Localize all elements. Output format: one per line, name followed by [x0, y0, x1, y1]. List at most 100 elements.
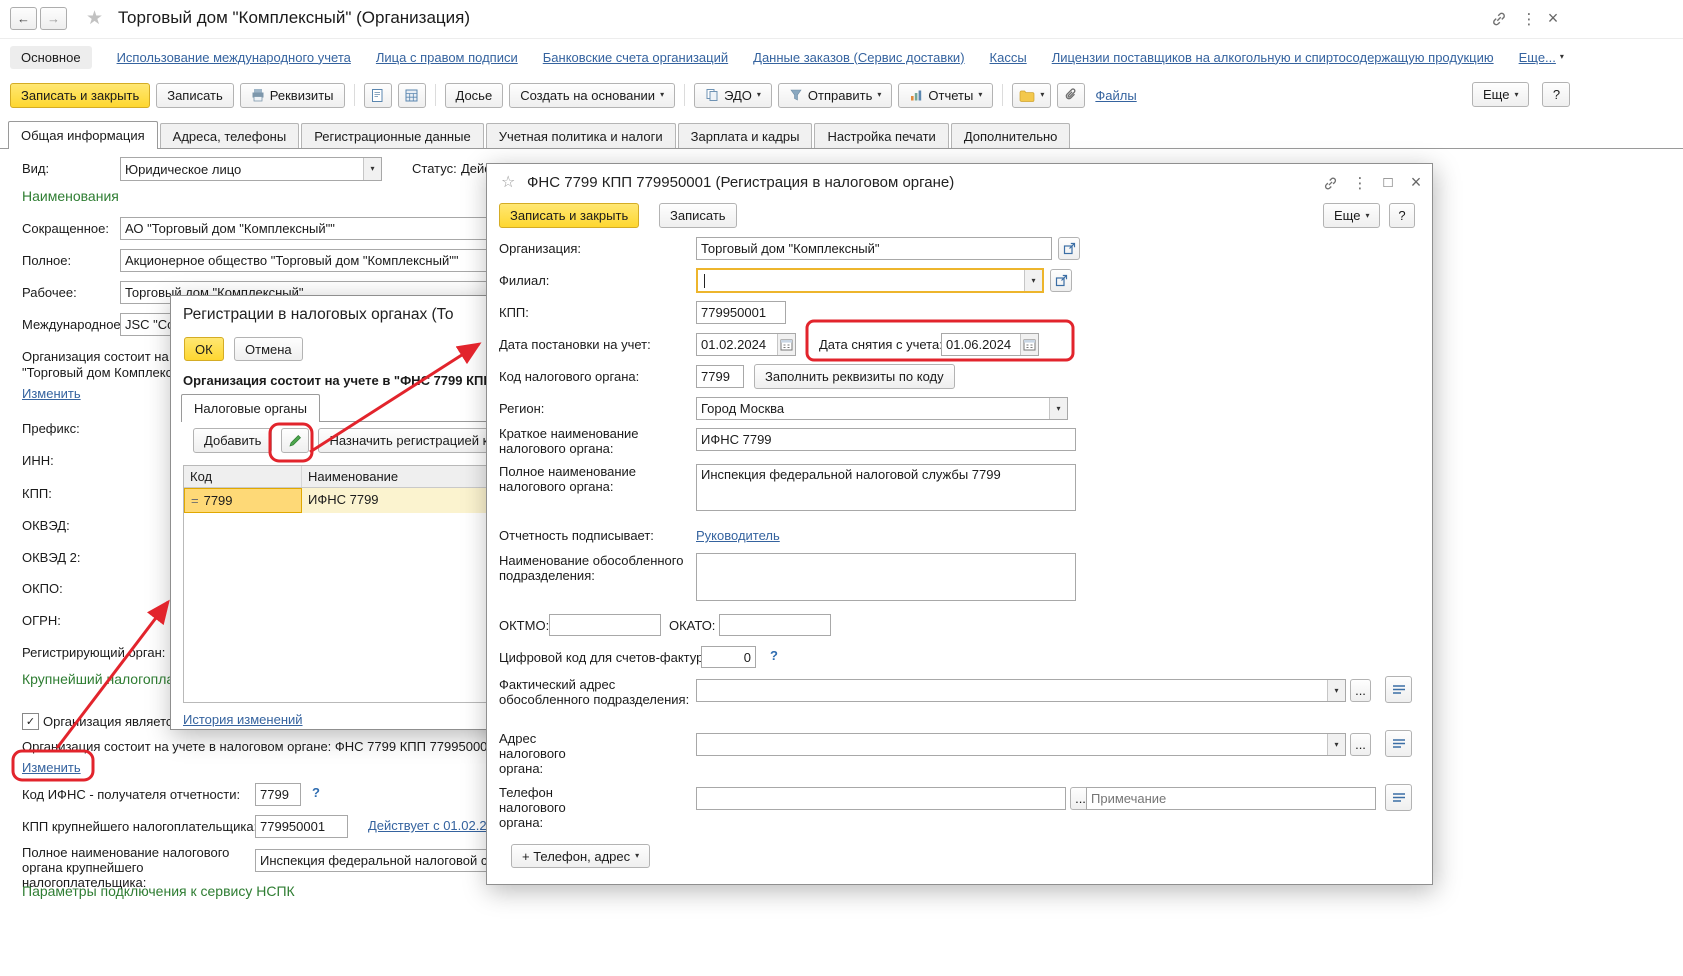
branch-input[interactable]: [698, 270, 1024, 291]
nav-link-alcohol-licenses[interactable]: Лицензии поставщиков на алкогольную и сп…: [1052, 50, 1494, 65]
requisites-button[interactable]: Реквизиты: [239, 82, 345, 108]
add-phone-address-button[interactable]: + Телефон, адрес ▾: [511, 844, 651, 868]
ok-button[interactable]: ОК: [184, 337, 224, 361]
tax-address-select[interactable]: ▾: [696, 733, 1346, 756]
maximize-icon[interactable]: □: [1377, 172, 1399, 192]
edo-button[interactable]: ЭДО ▾: [694, 82, 772, 108]
nav-link-bank-accounts[interactable]: Банковские счета организаций: [543, 50, 728, 65]
tab-registration-data[interactable]: Регистрационные данные: [301, 123, 484, 148]
more-button[interactable]: Еще ▾: [1323, 203, 1381, 228]
actual-address-ellipsis-button[interactable]: ...: [1350, 679, 1371, 702]
calendar-icon[interactable]: [777, 334, 795, 355]
open-branch-button[interactable]: [1050, 269, 1072, 292]
tax-address-note-button[interactable]: [1385, 730, 1412, 757]
region-input[interactable]: [697, 398, 1049, 419]
oktmo-field[interactable]: [549, 614, 661, 636]
ifns-help-icon[interactable]: ?: [312, 785, 320, 800]
actual-address-select[interactable]: ▾: [696, 679, 1346, 702]
attach-button[interactable]: [1057, 82, 1086, 108]
code-cell[interactable]: = 7799: [184, 488, 302, 513]
nav-item-main[interactable]: Основное: [10, 45, 92, 69]
chevron-down-icon[interactable]: ▾: [363, 158, 381, 180]
close-icon[interactable]: ×: [1405, 172, 1427, 192]
save-button[interactable]: Записать: [156, 82, 234, 108]
tab-payroll[interactable]: Зарплата и кадры: [677, 123, 813, 148]
tax-address-input[interactable]: [697, 734, 1327, 755]
short-name-field[interactable]: [120, 217, 488, 240]
send-button[interactable]: Отправить ▾: [777, 82, 893, 108]
column-code[interactable]: Код: [184, 466, 302, 487]
phone-note-button[interactable]: [1385, 784, 1412, 811]
help-button[interactable]: ?: [1389, 203, 1415, 228]
chevron-down-icon[interactable]: ▾: [1049, 398, 1067, 419]
save-and-close-button[interactable]: Записать и закрыть: [10, 82, 151, 108]
nav-more[interactable]: Еще... ▾: [1519, 50, 1564, 65]
calendar-icon[interactable]: [1020, 334, 1038, 355]
registration-date-input[interactable]: [697, 334, 777, 355]
close-icon[interactable]: ×: [1542, 8, 1564, 28]
kind-input[interactable]: [121, 158, 363, 180]
tab-addresses[interactable]: Адреса, телефоны: [159, 123, 300, 148]
registration-date-field[interactable]: [696, 333, 796, 356]
branch-select[interactable]: ▾: [696, 268, 1044, 293]
change-tax-registration-link[interactable]: Изменить: [22, 760, 81, 775]
org-is-checkbox[interactable]: ✓: [22, 713, 39, 730]
tab-tax-authorities[interactable]: Налоговые органы: [181, 394, 321, 422]
preview-button[interactable]: [363, 82, 392, 108]
kpp-largest-field[interactable]: [255, 815, 348, 838]
tab-general-info[interactable]: Общая информация: [8, 121, 158, 149]
save-button[interactable]: Записать: [659, 203, 737, 228]
chevron-down-icon[interactable]: ▾: [1327, 734, 1345, 755]
open-organization-button[interactable]: [1058, 237, 1080, 260]
create-based-on-button[interactable]: Создать на основании ▾: [509, 82, 676, 108]
reports-button[interactable]: Отчеты ▾: [898, 82, 994, 108]
deregistration-date-field[interactable]: [941, 333, 1039, 356]
forward-button[interactable]: →: [40, 7, 67, 30]
files-link[interactable]: Файлы: [1095, 88, 1136, 103]
more-button[interactable]: Еще ▾: [1472, 82, 1530, 107]
actual-address-note-button[interactable]: [1385, 676, 1412, 703]
edit-pencil-button[interactable]: [281, 428, 310, 453]
dossier-button[interactable]: Досье: [444, 82, 504, 108]
link-icon[interactable]: [1319, 173, 1341, 193]
full-name-field[interactable]: [120, 249, 488, 272]
okato-field[interactable]: [719, 614, 831, 636]
calculator-button[interactable]: [397, 82, 426, 108]
add-button[interactable]: Добавить: [193, 428, 273, 453]
folder-button[interactable]: ▾: [1012, 82, 1052, 108]
tab-additional[interactable]: Дополнительно: [950, 123, 1071, 148]
region-select[interactable]: ▾: [696, 397, 1068, 420]
division-name-field[interactable]: [696, 553, 1076, 601]
full-tax-name-field[interactable]: Инспекция федеральной налоговой службы 7…: [696, 464, 1076, 511]
ifns-code-field[interactable]: [255, 783, 301, 806]
signer-link[interactable]: Руководитель: [696, 528, 780, 543]
back-button[interactable]: ←: [10, 7, 37, 30]
invoice-code-help-icon[interactable]: ?: [770, 648, 778, 663]
assign-registration-button[interactable]: Назначить регистрацией кру: [318, 428, 513, 453]
help-button[interactable]: ?: [1542, 82, 1571, 107]
tax-address-ellipsis-button[interactable]: ...: [1350, 733, 1371, 756]
tab-print-settings[interactable]: Настройка печати: [814, 123, 949, 148]
change-registration-link[interactable]: Изменить: [22, 386, 81, 401]
favorite-star-icon[interactable]: ★: [86, 7, 103, 30]
cancel-button[interactable]: Отмена: [234, 337, 303, 361]
chevron-down-icon[interactable]: ▾: [1327, 680, 1345, 701]
more-dots-icon[interactable]: ⋮: [1518, 9, 1540, 29]
history-link[interactable]: История изменений: [183, 712, 303, 727]
deregistration-date-input[interactable]: [942, 334, 1020, 355]
more-dots-icon[interactable]: ⋮: [1349, 173, 1371, 193]
short-tax-name-field[interactable]: [696, 428, 1076, 451]
chevron-down-icon[interactable]: ▾: [1024, 270, 1042, 291]
nav-link-signers[interactable]: Лица с правом подписи: [376, 50, 518, 65]
organization-field[interactable]: [696, 237, 1052, 260]
actual-address-input[interactable]: [697, 680, 1327, 701]
kpp-field[interactable]: [696, 301, 786, 324]
nav-link-cash-desks[interactable]: Кассы: [990, 50, 1027, 65]
kind-select[interactable]: ▾: [120, 157, 382, 181]
tax-phone-field[interactable]: [696, 787, 1066, 810]
fill-by-code-button[interactable]: Заполнить реквизиты по коду: [754, 364, 955, 389]
nav-link-order-data[interactable]: Данные заказов (Сервис доставки): [753, 50, 964, 65]
tax-authority-code-field[interactable]: [696, 365, 744, 388]
tab-accounting-policy[interactable]: Учетная политика и налоги: [485, 123, 676, 148]
nav-link-intl-accounting[interactable]: Использование международного учета: [117, 50, 351, 65]
